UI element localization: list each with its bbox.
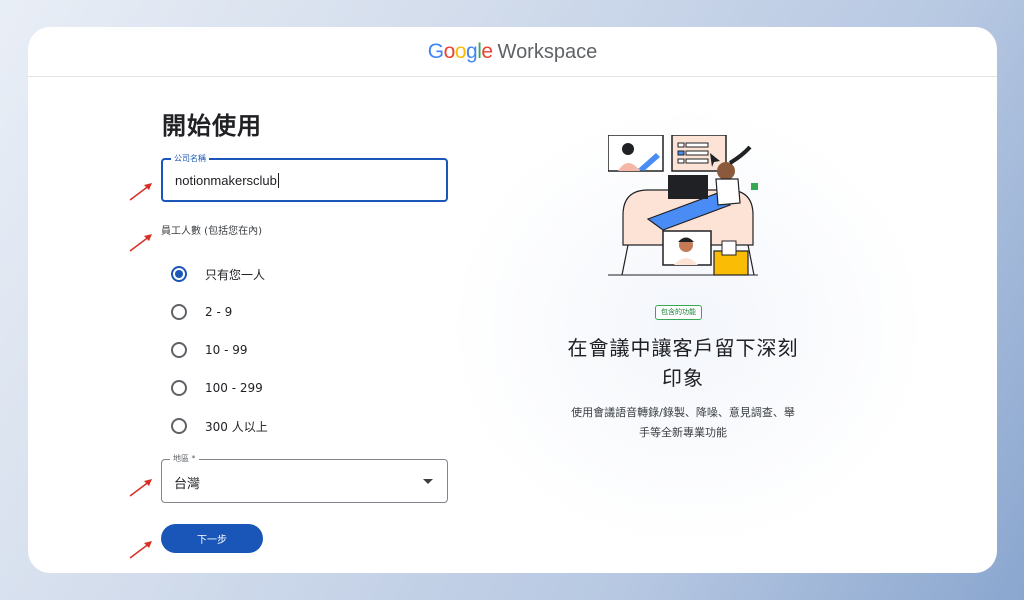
annotation-arrow-icon (129, 234, 152, 252)
radio-label: 只有您一人 (205, 267, 266, 282)
radio-label: 10 - 99 (205, 343, 248, 357)
google-workspace-logo: Google Workspace (428, 40, 597, 64)
header-bar: Google Workspace (28, 27, 997, 77)
annotation-arrow-icon (129, 183, 152, 201)
radio-option-100-299[interactable]: 100 - 299 (171, 369, 268, 407)
company-name-field[interactable]: 公司名稱 notionmakersclub (161, 153, 448, 202)
signup-card: Google Workspace 開始使用 公司名稱 notionmakersc… (28, 27, 997, 573)
radio-button[interactable] (171, 304, 187, 320)
radio-label: 300 人以上 (205, 419, 268, 434)
radio-button[interactable] (171, 418, 187, 434)
text-caret (277, 173, 279, 188)
company-name-input[interactable]: notionmakersclub (175, 173, 279, 188)
next-button[interactable]: 下一步 (161, 524, 263, 553)
region-label: 地區 * (170, 453, 199, 464)
radio-option-10-99[interactable]: 10 - 99 (171, 331, 268, 369)
region-value: 台灣 (174, 477, 201, 492)
radio-option-300-plus[interactable]: 300 人以上 (171, 407, 268, 445)
radio-option-1[interactable]: 只有您一人 (171, 255, 268, 293)
radio-label: 2 - 9 (205, 305, 233, 319)
promo-title: 在會議中讓客戶留下深刻 印象 (567, 336, 799, 390)
radio-button[interactable] (171, 380, 187, 396)
annotation-arrow-icon (129, 479, 152, 497)
meeting-illustration (608, 135, 758, 276)
radio-button[interactable] (171, 342, 187, 358)
annotation-arrow-icon (129, 541, 152, 559)
google-wordmark: Google (427, 39, 493, 63)
employee-count-label: 員工人數 (包括您在內) (161, 226, 262, 237)
included-features-badge: 包含的功能 (655, 305, 702, 320)
product-name: Workspace (497, 40, 598, 63)
radio-button-selected[interactable] (171, 266, 187, 282)
region-select[interactable]: 地區 * 台灣 (161, 453, 448, 503)
radio-option-2-9[interactable]: 2 - 9 (171, 293, 268, 331)
page-title: 開始使用 (162, 112, 262, 140)
company-name-label: 公司名稱 (171, 153, 209, 164)
employee-count-radio-group: 只有您一人 2 - 9 10 - 99 100 - 299 300 人以上 (171, 255, 268, 445)
dropdown-arrow-icon[interactable] (423, 479, 433, 484)
promo-description: 使用會議語音轉錄/錄製、降噪、意見調查、舉 手等全新專業功能 (571, 406, 795, 439)
radio-label: 100 - 299 (205, 381, 263, 395)
